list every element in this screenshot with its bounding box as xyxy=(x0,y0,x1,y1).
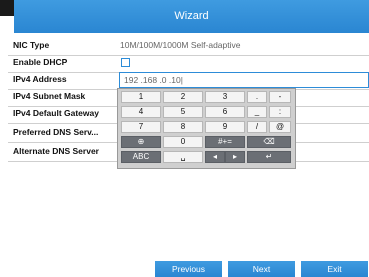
enable-dhcp-label: Enable DHCP xyxy=(13,57,68,67)
backspace-icon[interactable]: ⌫ xyxy=(247,136,291,148)
key-2[interactable]: 2 xyxy=(163,91,203,103)
ipv4-address-input[interactable]: 192 .168 .0 .10| xyxy=(119,72,369,88)
globe-icon[interactable]: ⊕ xyxy=(121,136,161,148)
nic-type-label: NIC Type xyxy=(13,40,50,50)
key-underscore[interactable]: _ xyxy=(247,106,267,118)
alternate-dns-label: Alternate DNS Server xyxy=(13,146,99,156)
key-1[interactable]: 1 xyxy=(121,91,161,103)
key-3[interactable]: 3 xyxy=(205,91,245,103)
left-arrow-icon[interactable]: ◂ xyxy=(205,151,225,163)
key-8[interactable]: 8 xyxy=(163,121,203,133)
space-key[interactable]: ␣ xyxy=(163,151,203,163)
key-7[interactable]: 7 xyxy=(121,121,161,133)
preferred-dns-label: Preferred DNS Serv... xyxy=(13,127,99,137)
on-screen-keyboard: 1 2 3 . - 4 5 6 _ : 7 8 9 / @ ⊕ 0 #+= ⌫ … xyxy=(117,88,296,169)
key-slash[interactable]: / xyxy=(247,121,267,133)
previous-button[interactable]: Previous xyxy=(155,261,222,277)
next-button[interactable]: Next xyxy=(228,261,295,277)
ipv4-default-gateway-label: IPv4 Default Gateway xyxy=(13,108,99,118)
key-6[interactable]: 6 xyxy=(205,106,245,118)
key-0[interactable]: 0 xyxy=(163,136,203,148)
ipv4-address-label: IPv4 Address xyxy=(13,74,67,84)
abc-key[interactable]: ABC xyxy=(121,151,161,163)
key-hyphen[interactable]: - xyxy=(269,91,291,103)
enter-icon[interactable]: ↵ xyxy=(247,151,291,163)
window-corner xyxy=(0,0,14,16)
symbols-key[interactable]: #+= xyxy=(205,136,245,148)
right-arrow-icon[interactable]: ▸ xyxy=(225,151,245,163)
window-title: Wizard xyxy=(14,0,369,33)
key-4[interactable]: 4 xyxy=(121,106,161,118)
exit-button[interactable]: Exit xyxy=(301,261,368,277)
key-5[interactable]: 5 xyxy=(163,106,203,118)
nic-type-value: 10M/100M/1000M Self-adaptive xyxy=(120,40,241,50)
ipv4-subnet-mask-label: IPv4 Subnet Mask xyxy=(13,91,86,101)
enable-dhcp-checkbox[interactable] xyxy=(121,58,130,67)
key-colon[interactable]: : xyxy=(269,106,291,118)
key-9[interactable]: 9 xyxy=(205,121,245,133)
key-at[interactable]: @ xyxy=(269,121,291,133)
key-period[interactable]: . xyxy=(247,91,267,103)
